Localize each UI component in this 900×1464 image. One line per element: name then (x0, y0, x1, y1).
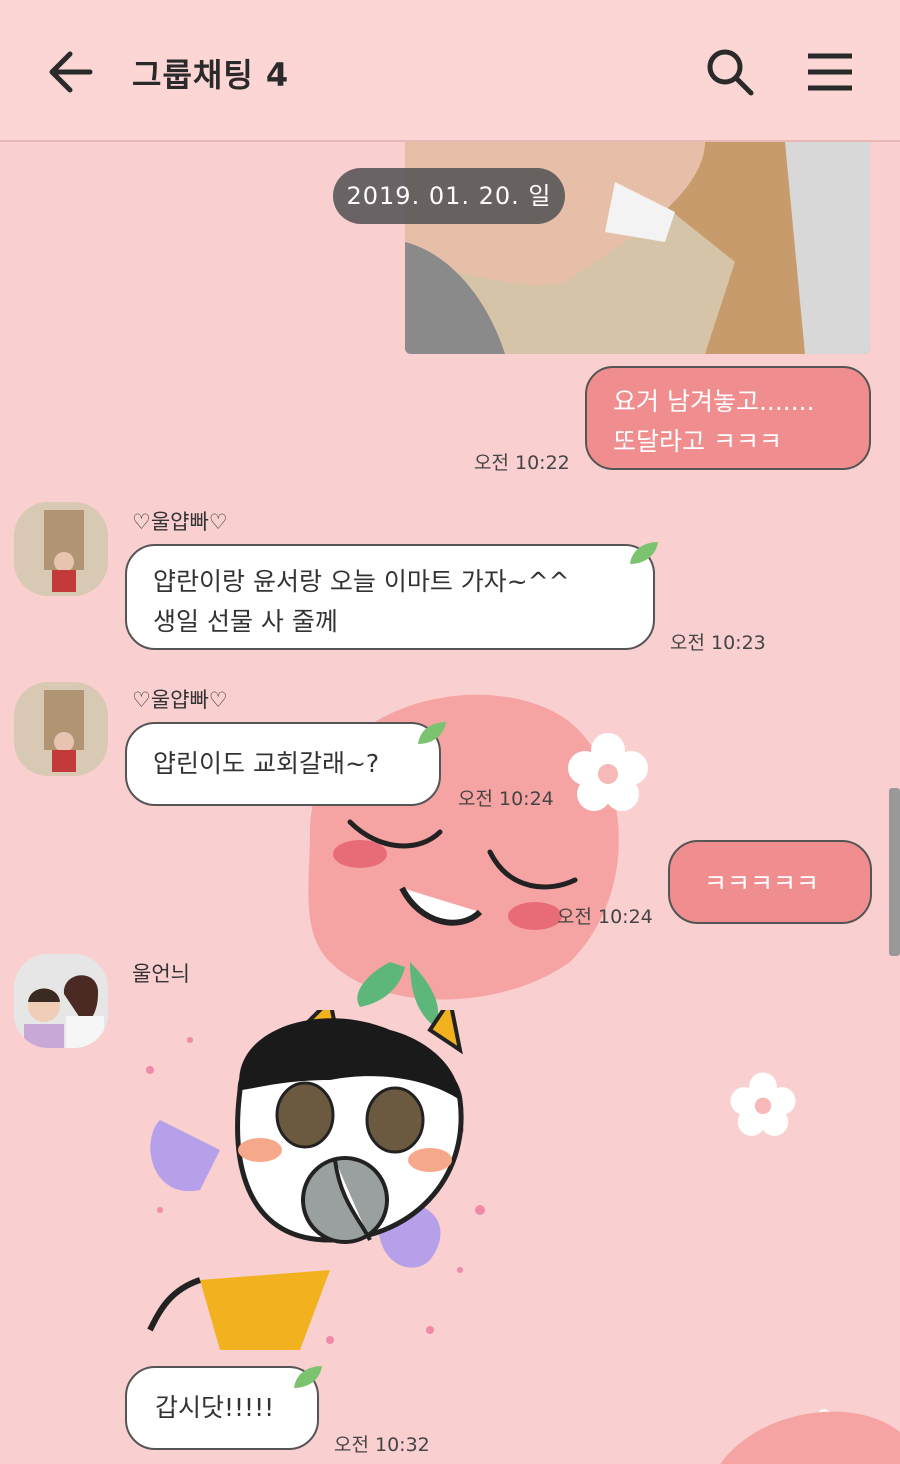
message-line: 얍린이도 교회갈래~? (153, 749, 380, 778)
message-bubble-incoming[interactable]: 얍란이랑 윤서랑 오늘 이마트 가자~^^ 생일 선물 사 줄께 (125, 544, 655, 650)
avatar-image (14, 682, 108, 776)
sticker-image[interactable] (130, 1010, 500, 1360)
hamburger-menu-icon (808, 53, 852, 91)
back-button[interactable] (44, 48, 96, 96)
message-line: 얍란이랑 윤서랑 오늘 이마트 가자~^^ (153, 567, 570, 596)
message-line: ㅋㅋㅋㅋㅋ (704, 869, 820, 898)
leaf-icon (630, 542, 658, 564)
leaf-icon (418, 722, 446, 744)
sender-name: 울언늬 (132, 962, 190, 986)
message-time: 오전 10:24 (557, 906, 653, 928)
peach-corner-decoration (720, 1411, 900, 1464)
avatar-image (14, 954, 108, 1048)
avatar[interactable] (14, 954, 108, 1048)
menu-button[interactable] (806, 50, 854, 94)
flower-decoration (568, 733, 648, 811)
message-time: 오전 10:32 (334, 1434, 430, 1456)
chat-title: 그룹채팅 4 (132, 56, 290, 94)
avatar[interactable] (14, 502, 108, 596)
message-time: 오전 10:23 (670, 632, 766, 654)
chat-area[interactable]: 2019. 01. 20. 일 요거 남겨놓고....... 또달라고 ㅋㅋㅋ … (0, 142, 900, 1464)
message-time: 오전 10:22 (474, 452, 570, 474)
message-line: 갑시닷!!!!! (155, 1393, 275, 1422)
sender-name: ♡울얍빠♡ (132, 510, 228, 534)
message-bubble-incoming[interactable]: 얍린이도 교회갈래~? (125, 722, 441, 806)
message-line: 요거 남겨놓고....... (613, 387, 815, 416)
arrow-left-icon (49, 51, 93, 93)
leaf-icon (294, 1366, 322, 1388)
search-button[interactable] (704, 46, 756, 98)
search-icon (707, 49, 754, 96)
flower-decoration-2 (730, 1072, 796, 1136)
sender-name: ♡울얍빠♡ (132, 688, 228, 712)
message-time: 오전 10:24 (458, 788, 554, 810)
scrollbar[interactable] (889, 788, 900, 956)
avatar[interactable] (14, 682, 108, 776)
message-bubble-outgoing[interactable]: ㅋㅋㅋㅋㅋ (668, 840, 872, 924)
chat-header: 그룹채팅 4 (0, 0, 900, 142)
peach-character-background (308, 694, 619, 1027)
message-line: 생일 선물 사 줄께 (153, 607, 338, 636)
avatar-image (14, 502, 108, 596)
message-line: 또달라고 ㅋㅋㅋ (613, 427, 782, 456)
date-divider: 2019. 01. 20. 일 (333, 168, 565, 224)
message-bubble-incoming[interactable]: 갑시닷!!!!! (125, 1366, 319, 1450)
message-bubble-outgoing[interactable]: 요거 남겨놓고....... 또달라고 ㅋㅋㅋ (585, 366, 871, 470)
